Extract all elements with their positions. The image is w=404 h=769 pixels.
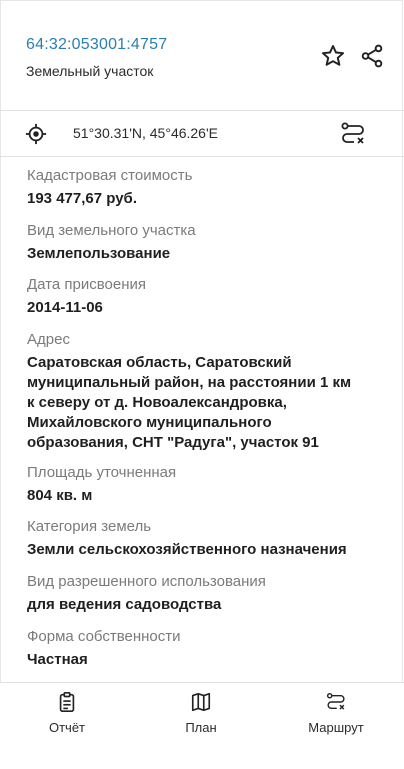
attr-land-category: Категория земель Земли сельскохозяйствен… xyxy=(27,518,387,560)
attr-label: Адрес xyxy=(27,331,70,348)
bottom-nav: Отчёт План Маршрут xyxy=(0,682,404,769)
attr-label: Вид разрешенного использования xyxy=(27,573,266,590)
attr-value: Земли сельскохозяйственного назначения xyxy=(27,541,347,558)
coordinates-row: 51°30.31'N, 45°46.26'E xyxy=(0,110,404,157)
attr-label: Категория земель xyxy=(27,518,152,535)
share-icon[interactable] xyxy=(359,43,385,69)
attr-value: 804 кв. м xyxy=(27,487,93,504)
attr-address: Адрес Саратовская область, Саратовский м… xyxy=(27,331,387,453)
attr-value: 2014-11-06 xyxy=(27,299,103,316)
plan-tab[interactable]: План xyxy=(151,691,251,735)
address-line: образования, СНТ "Радуга", участок 91 xyxy=(27,434,319,451)
attr-label: Кадастровая стоимость xyxy=(27,167,193,184)
route-icon[interactable] xyxy=(339,121,367,147)
attr-value: Землепользование xyxy=(27,245,171,262)
report-tab-label: Отчёт xyxy=(48,720,86,735)
address-line: Михайловского муниципального xyxy=(27,414,272,431)
attr-label: Площадь уточненная xyxy=(27,464,177,481)
attr-value: для ведения садоводства xyxy=(27,596,222,613)
star-icon[interactable] xyxy=(320,43,346,69)
clipboard-icon xyxy=(59,692,75,712)
object-type: Земельный участок xyxy=(26,63,154,79)
attr-ownership: Форма собственности Частная xyxy=(27,628,387,670)
attr-assigned-date: Дата присвоения 2014-11-06 xyxy=(27,276,387,318)
parcel-header: 64:32:053001:4757 Земельный участок xyxy=(0,0,404,111)
plan-tab-label: План xyxy=(185,720,217,735)
route-icon xyxy=(326,692,345,710)
attr-label: Форма собственности xyxy=(27,628,181,645)
attr-value: Частная xyxy=(27,651,88,668)
cadastral-number[interactable]: 64:32:053001:4757 xyxy=(26,36,167,54)
attr-area: Площадь уточненная 804 кв. м xyxy=(27,464,387,506)
attr-label: Дата присвоения xyxy=(27,276,146,293)
address-line: Саратовская область, Саратовский xyxy=(27,354,292,371)
coordinates-text[interactable]: 51°30.31'N, 45°46.26'E xyxy=(73,125,218,141)
address-line: муниципальный район, на расстоянии 1 км xyxy=(27,374,352,391)
route-tab-label: Маршрут xyxy=(308,720,364,735)
map-icon xyxy=(191,692,211,712)
report-tab[interactable]: Отчёт xyxy=(17,691,117,735)
route-tab[interactable]: Маршрут xyxy=(286,691,386,735)
attr-value: 193 477,67 руб. xyxy=(27,190,137,207)
attr-land-kind: Вид земельного участка Землепользование xyxy=(27,222,387,264)
address-line: к северу от д. Новоалександровка, xyxy=(27,394,287,411)
target-icon[interactable] xyxy=(25,123,47,145)
attr-value: Саратовская область, Саратовский муницип… xyxy=(27,353,387,453)
attr-label: Вид земельного участка xyxy=(27,222,196,239)
attr-cadastral-value: Кадастровая стоимость 193 477,67 руб. xyxy=(27,167,387,209)
attr-permitted-use: Вид разрешенного использования для веден… xyxy=(27,573,387,615)
